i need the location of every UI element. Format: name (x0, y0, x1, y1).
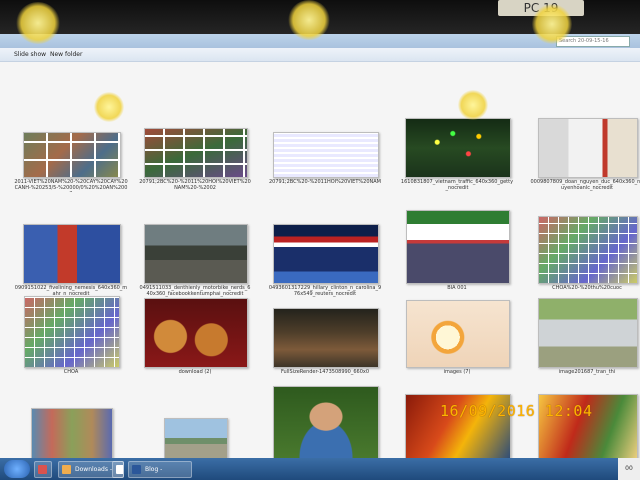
file-thumbnail[interactable] (405, 118, 511, 178)
command-bar: Slide show New folder (0, 48, 640, 62)
new-folder-button[interactable]: New folder (50, 50, 82, 59)
taskbar-item-label: Downloads - M... (75, 466, 113, 473)
file-name-label[interactable]: download (2) (138, 369, 252, 382)
file-name-label[interactable]: 20791;2BC%20-%2011%20HOI%20VIET%20NAM%20… (138, 179, 252, 192)
camera-date-stamp: 16/09/2016 12:04 (440, 402, 593, 420)
file-name-label[interactable]: 0493601317229_hillary_clinton_n_carolina… (268, 285, 382, 298)
start-button[interactable] (4, 460, 30, 478)
folder-icon (62, 465, 71, 474)
file-thumbnail[interactable] (164, 418, 228, 458)
word-icon (116, 465, 123, 474)
file-thumbnail[interactable] (23, 132, 121, 178)
slide-show-button[interactable]: Slide show (14, 50, 46, 59)
file-thumbnail[interactable] (144, 128, 248, 178)
system-tray: 00 (618, 458, 640, 480)
file-thumbnail[interactable] (273, 386, 379, 458)
file-name-label[interactable]: 20791;2BC%20-%2011HOI%20VIET%20NAM (268, 179, 382, 192)
title-bar: Search 20-09-15-16 (0, 34, 640, 48)
file-thumbnail[interactable] (144, 298, 248, 368)
app-icon (38, 465, 47, 474)
file-thumbnail[interactable] (23, 224, 121, 284)
file-name-label[interactable]: images (7) (400, 369, 514, 382)
file-name-label[interactable]: 0009807809_doan_nguyen_duc_640x360_nguye… (530, 179, 640, 192)
file-name-label[interactable]: CHOA%20-%20thu%20cuoc (530, 285, 640, 298)
file-name-label[interactable]: 0491511033_denthienly_motorbike_nerds_64… (138, 285, 252, 298)
file-name-label[interactable]: image201687_tran_thi (530, 369, 640, 382)
file-thumbnail[interactable] (24, 296, 120, 368)
taskbar-item-blog[interactable]: Blog - Microsoft... (128, 461, 192, 478)
file-name-label[interactable]: 2011-VIET%20NAM%20-%20CAY%20CAY%20CANH-%… (14, 179, 128, 192)
file-thumbnail[interactable] (406, 210, 510, 284)
file-name-label[interactable]: 1610831807_vietnam_traffic_640x360_getty… (400, 179, 514, 192)
file-name-label[interactable]: CHOA (14, 369, 128, 382)
file-name-label[interactable]: BIA 001 (400, 285, 514, 298)
file-thumbnail[interactable] (273, 132, 379, 178)
file-thumbnail[interactable] (31, 408, 113, 458)
file-thumbnail[interactable] (538, 118, 638, 178)
file-view: 2011-VIET%20NAM%20-%20CAY%20CAY%20CANH-%… (0, 62, 640, 458)
search-input[interactable]: Search 20-09-15-16 (556, 36, 630, 47)
file-thumbnail[interactable] (144, 224, 248, 284)
file-thumbnail[interactable] (273, 224, 379, 284)
word-icon (132, 465, 141, 474)
taskbar-item[interactable] (34, 461, 52, 478)
file-thumbnail[interactable] (406, 300, 510, 368)
asset-tag-sticker: PC 19 (498, 0, 584, 16)
taskbar: Downloads - M... Blog - Microsoft... 00 (0, 458, 640, 480)
file-thumbnail[interactable] (538, 216, 638, 284)
taskbar-item-label: Blog - Microsoft... (145, 466, 163, 473)
file-thumbnail[interactable] (538, 298, 638, 368)
explorer-window: Search 20-09-15-16 Slide show New folder… (0, 34, 640, 458)
file-thumbnail[interactable] (273, 308, 379, 368)
file-name-label[interactable]: FullSizeRender-1473508990_660x0 (268, 369, 382, 382)
taskbar-item-word[interactable] (112, 461, 124, 478)
